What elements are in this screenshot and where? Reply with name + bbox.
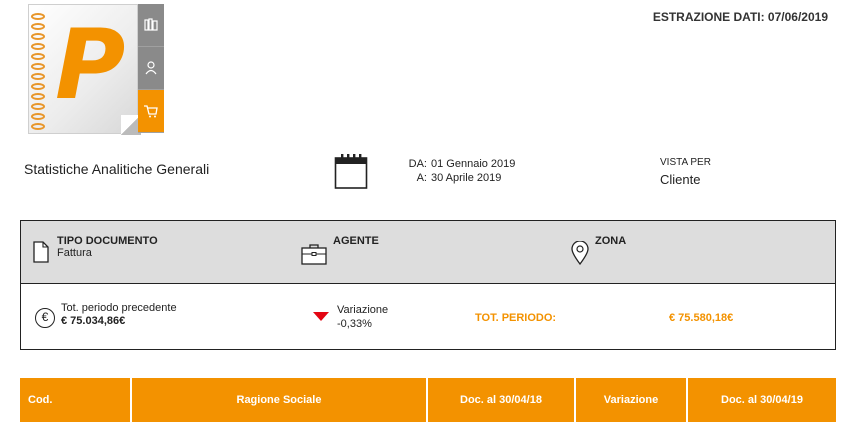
period-range: DA: 01 Gennaio 2019 A: 30 Aprile 2019	[403, 157, 516, 185]
variation-label: Variazione	[337, 304, 389, 316]
logo-book: P	[28, 4, 141, 135]
briefcase-icon	[301, 244, 327, 265]
library-icon	[138, 4, 164, 47]
column-header-code[interactable]: Cod.	[20, 378, 132, 422]
view-by: VISTA PER Cliente	[660, 157, 711, 187]
filter-doc-type: TIPO DOCUMENTO Fattura	[33, 235, 158, 263]
column-header-docs-2019[interactable]: Doc. al 30/04/19	[688, 378, 836, 422]
column-header-company-name[interactable]: Ragione Sociale	[132, 378, 428, 422]
previous-period-total: Tot. periodo precedente € 75.034,86€	[61, 302, 177, 328]
prev-total-label: Tot. periodo precedente	[61, 302, 177, 314]
totals-panel: € Tot. periodo precedente € 75.034,86€ V…	[20, 284, 836, 350]
document-icon	[33, 241, 49, 263]
map-pin-icon	[571, 241, 589, 265]
agent-label: AGENTE	[333, 235, 379, 247]
zone-label: ZONA	[595, 235, 627, 247]
variation: Variazione -0,33%	[337, 303, 388, 331]
logo-letter: P	[55, 9, 126, 121]
to-date: 30 Aprile 2019	[431, 172, 502, 184]
calendar-icon	[334, 154, 368, 189]
period-total-label: TOT. PERIODO:	[475, 312, 557, 324]
column-header-docs-2018[interactable]: Doc. al 30/04/18	[428, 378, 576, 422]
view-by-value: Cliente	[660, 172, 701, 187]
from-label: DA:	[408, 158, 427, 170]
extraction-date: ESTRAZIONE DATI: 07/06/2019	[652, 10, 828, 24]
report-title: Statistiche Analitiche Generali	[24, 161, 210, 177]
from-date: 01 Gennaio 2019	[431, 158, 516, 170]
variation-value: -0,33%	[337, 318, 372, 330]
spiral-binding	[31, 13, 45, 130]
logo-tabs	[138, 4, 164, 134]
column-header-variation[interactable]: Variazione	[576, 378, 688, 422]
doc-type-label: TIPO DOCUMENTO	[57, 235, 158, 247]
doc-type-value: Fattura	[57, 247, 92, 259]
filter-zone: ZONA	[571, 235, 627, 265]
app-logo: P	[28, 4, 164, 135]
table-header: Cod. Ragione Sociale Doc. al 30/04/18 Va…	[20, 378, 836, 422]
filter-panel: TIPO DOCUMENTO Fattura AGENTE ZONA	[20, 220, 836, 284]
view-by-label: VISTA PER	[660, 157, 711, 168]
to-label: A:	[416, 172, 427, 184]
down-arrow-icon	[313, 312, 329, 321]
filter-agent: AGENTE	[301, 235, 379, 265]
period-total-value: € 75.580,18€	[669, 312, 734, 324]
cart-icon	[138, 90, 164, 133]
person-icon	[138, 47, 164, 90]
euro-icon: €	[35, 308, 55, 328]
prev-total-value: € 75.034,86€	[61, 315, 126, 327]
